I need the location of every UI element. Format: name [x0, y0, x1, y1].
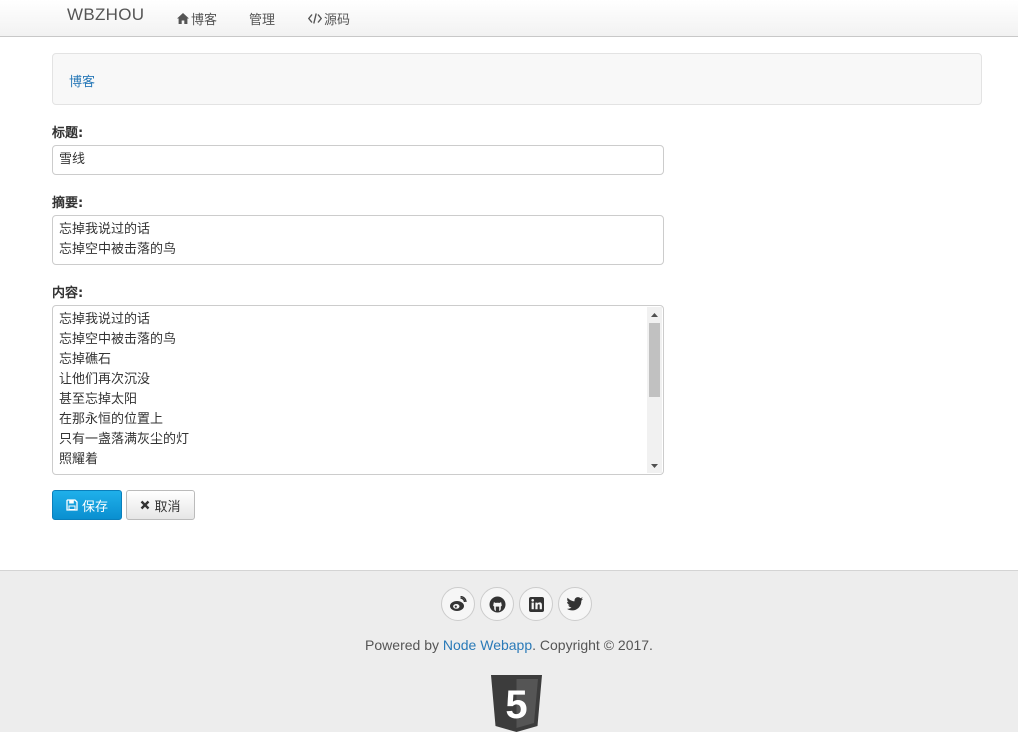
- node-webapp-link[interactable]: Node Webapp: [443, 637, 532, 653]
- linkedin-icon: [528, 596, 544, 612]
- linkedin-link[interactable]: [519, 587, 553, 621]
- powered-by-text: Powered by Node Webapp. Copyright © 2017…: [0, 637, 1018, 653]
- twitter-link[interactable]: [558, 587, 592, 621]
- html5-icon: 5: [491, 675, 542, 732]
- html5-logo: 5: [491, 675, 542, 736]
- weibo-icon: [450, 596, 467, 611]
- summary-textarea[interactable]: 忘掉我说过的话 忘掉空中被击落的鸟: [52, 215, 664, 265]
- footer: Powered by Node Webapp. Copyright © 2017…: [0, 570, 1018, 732]
- floppy-disk-icon: [66, 499, 78, 511]
- content-line: 忘掉我说过的话: [59, 312, 151, 327]
- title-input-value: 雪线: [59, 152, 86, 167]
- summary-label: 摘要:: [52, 196, 84, 211]
- content-line: 忘掉空中被击落的鸟: [59, 332, 177, 347]
- title-input[interactable]: 雪线: [52, 145, 664, 175]
- nav-link-admin-label: 管理: [249, 13, 276, 28]
- content-line: 在那永恒的位置上: [59, 412, 164, 427]
- navbar: WBZHOU 博客 管理 源码: [0, 0, 1018, 37]
- brand-logo[interactable]: WBZHOU: [67, 5, 144, 25]
- weibo-link[interactable]: [441, 587, 475, 621]
- content-line: 甚至忘掉太阳: [59, 392, 138, 407]
- nav-link-source[interactable]: 源码: [308, 9, 350, 28]
- nav-link-source-label: 源码: [324, 13, 351, 28]
- html5-logo-text: 5: [505, 683, 527, 727]
- github-link[interactable]: [480, 587, 514, 621]
- scroll-up-arrow-icon[interactable]: [647, 307, 662, 322]
- home-icon: [177, 13, 189, 24]
- content-line: 照耀着: [59, 452, 99, 467]
- twitter-icon: [567, 597, 583, 611]
- close-icon: [141, 500, 150, 510]
- nav-link-blog[interactable]: 博客: [177, 9, 217, 28]
- copyright-text: . Copyright © 2017.: [532, 637, 653, 653]
- breadcrumb: 博客: [52, 53, 982, 105]
- nav-link-blog-label: 博客: [191, 13, 218, 28]
- summary-line: 忘掉我说过的话: [59, 222, 151, 237]
- title-label: 标题:: [52, 126, 84, 141]
- summary-line: 忘掉空中被击落的鸟: [59, 242, 177, 257]
- cancel-button-label: 取消: [154, 499, 181, 515]
- content-line: 只有一盏落满灰尘的灯: [59, 432, 190, 447]
- cancel-button[interactable]: 取消: [126, 490, 195, 520]
- content-textarea[interactable]: 忘掉我说过的话 忘掉空中被击落的鸟 忘掉礁石 让他们再次沉没 甚至忘掉太阳 在那…: [52, 305, 664, 475]
- scroll-down-arrow-icon[interactable]: [647, 458, 662, 473]
- content-label: 内容:: [52, 286, 84, 301]
- powered-prefix: Powered by: [365, 637, 443, 653]
- content-line: 让他们再次沉没: [59, 372, 151, 387]
- github-icon: [489, 596, 505, 612]
- save-button[interactable]: 保存: [52, 490, 122, 520]
- nav-link-admin[interactable]: 管理: [249, 9, 275, 28]
- content-line: 忘掉礁石: [59, 352, 112, 367]
- scrollbar-thumb[interactable]: [649, 323, 660, 397]
- save-button-label: 保存: [81, 499, 108, 515]
- code-icon: [308, 13, 322, 24]
- content-scrollbar[interactable]: [647, 307, 662, 473]
- breadcrumb-blog-link[interactable]: 博客: [69, 71, 95, 90]
